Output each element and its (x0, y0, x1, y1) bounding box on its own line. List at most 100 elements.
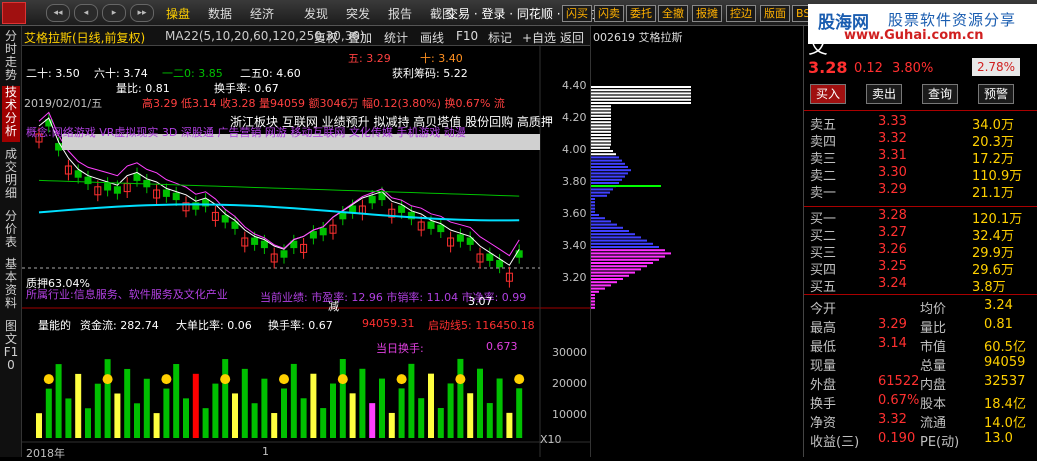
volume-bar (183, 398, 189, 438)
alert-button[interactable]: 预警 (978, 84, 1014, 104)
side-tab-fenjia[interactable]: 分价表 (2, 210, 20, 252)
volume-bar (388, 412, 395, 438)
query-button[interactable]: 查询 (922, 84, 958, 104)
chip-bar (591, 303, 595, 306)
quote-panel: 艾 3.28 0.12 3.80% 2.78% 买入 卖出 查询 预警 卖五 3.… (803, 26, 1037, 457)
chip-bar (591, 143, 611, 146)
ask-volume: 21.1万 (972, 186, 1014, 201)
stat-row: 今开 均价 3.24 (804, 298, 1022, 317)
nav-faxian[interactable]: 发现 (304, 5, 328, 22)
big-order-ratio: 大单比率: 0.06 (176, 319, 252, 332)
side-tab-jiben[interactable]: 基本资料 (2, 258, 20, 314)
nav-baogao[interactable]: 报告 (388, 5, 412, 22)
vol-indicator-name: 量能的 (38, 319, 71, 332)
prev-icon[interactable]: ◂◂ (46, 4, 70, 22)
vol-tick: 20000 (552, 377, 587, 390)
chip-bar (591, 297, 595, 300)
volume-bar (281, 388, 287, 438)
volume-bar (55, 364, 62, 438)
btn-banmian[interactable]: 版面 (760, 5, 790, 22)
candle-body (251, 237, 259, 245)
chip-bar (591, 111, 611, 114)
tb-biaoji[interactable]: 标记 (488, 29, 512, 46)
buy-button[interactable]: 买入 (810, 84, 846, 104)
volume-bar (418, 398, 425, 438)
side-tab-f10[interactable]: 图文F10 (2, 320, 20, 372)
candle-body (221, 215, 229, 223)
tb-fanhui[interactable]: 返回 (560, 29, 584, 46)
volume-bar (45, 388, 52, 438)
btn-shanmai2[interactable]: 闪卖 (594, 5, 624, 22)
nav-caopan[interactable]: 操盘 (166, 5, 190, 22)
tb-tongji[interactable]: 统计 (384, 29, 408, 46)
price-tick: 3.20 (562, 271, 587, 284)
nav-tufa[interactable]: 突发 (346, 5, 370, 22)
btn-weituo[interactable]: 委托 (626, 5, 656, 22)
volume-bar (261, 378, 268, 438)
chip-bar (591, 246, 659, 248)
tb-fuquan[interactable]: 复权 (314, 29, 338, 46)
stat-row: 换手 0.67% 股本 18.4亿 (804, 393, 1026, 412)
bid-row: 买二 3.27 32.4万 (804, 225, 1022, 244)
bid-price: 3.27 (878, 225, 907, 240)
ask-row: 卖三 3.31 17.2万 (804, 148, 1022, 167)
tb-zixuan[interactable]: +自选 (522, 29, 556, 46)
tb-huaxian[interactable]: 画线 (420, 29, 444, 46)
price-tick: 4.00 (562, 143, 587, 156)
bid-price: 3.28 (878, 208, 907, 223)
ask-label: 卖一 (810, 186, 837, 201)
volume-bar (477, 368, 483, 438)
volume-bar (36, 413, 42, 438)
stat-value: 14.0亿 (984, 416, 1026, 431)
chip-bar (591, 130, 611, 133)
chip-bar (591, 166, 628, 168)
app-logo-icon[interactable] (2, 2, 26, 24)
btn-baotan[interactable]: 报摊 (692, 5, 722, 22)
candle-body (84, 176, 92, 185)
volume-bar (300, 398, 307, 438)
candle-body (349, 205, 357, 213)
side-tab-jishu[interactable]: 技术分析 (2, 86, 20, 142)
volume-bar (339, 358, 346, 438)
side-tab-chengjiao[interactable]: 成交明细 (2, 148, 20, 204)
volume-bar (408, 363, 415, 438)
btn-shanmai[interactable]: 闪买 (562, 5, 592, 22)
btn-quanche[interactable]: 全撤 (658, 5, 688, 22)
tb-diejia[interactable]: 叠加 (348, 29, 372, 46)
candle-body (486, 253, 494, 261)
btn-kongbian[interactable]: 控边 (726, 5, 756, 22)
kline-chart-area[interactable]: 五: 3.29 十: 3.40 二十: 3.50 六十: 3.74 一二0: 3… (22, 46, 590, 460)
volume-bar (202, 408, 209, 438)
candle-body (74, 170, 82, 178)
ask-price: 3.30 (878, 165, 907, 180)
candle-body (368, 195, 376, 204)
chip-bar (591, 300, 595, 303)
chip-bar (591, 242, 653, 245)
stat-row: 现量 总量 94059 (804, 355, 1026, 374)
chip-bar (591, 188, 613, 191)
stat-value: 94059 (984, 355, 1026, 370)
chip-bar (591, 118, 611, 120)
side-tab-fenshi[interactable]: 分时走势 (2, 30, 20, 82)
stat-label: 最高 (810, 321, 837, 336)
sell-button[interactable]: 卖出 (866, 84, 902, 104)
prev-icon[interactable]: ◂ (74, 4, 98, 22)
price-tick: 3.80 (562, 175, 587, 188)
nav-jingji[interactable]: 经济 (250, 5, 274, 22)
stat-label: 换手 (810, 397, 837, 412)
volume-bar (241, 368, 248, 438)
chip-bar (591, 191, 610, 194)
profit-chips: 获利筹码: 5.22 (392, 67, 468, 80)
next-icon[interactable]: ▸▸ (130, 4, 154, 22)
tb-f10[interactable]: F10 (456, 29, 478, 43)
ask-row: 卖五 3.33 34.0万 (804, 114, 1022, 133)
next-icon[interactable]: ▸ (102, 4, 126, 22)
chip-bar (591, 290, 599, 293)
chip-bar (591, 306, 595, 309)
chip-bar (591, 137, 611, 140)
volume-bar (330, 383, 336, 438)
volume-bar (94, 383, 101, 438)
volume-bar (506, 412, 513, 438)
volume-bar (349, 393, 356, 438)
nav-shuju[interactable]: 数据 (208, 5, 232, 22)
